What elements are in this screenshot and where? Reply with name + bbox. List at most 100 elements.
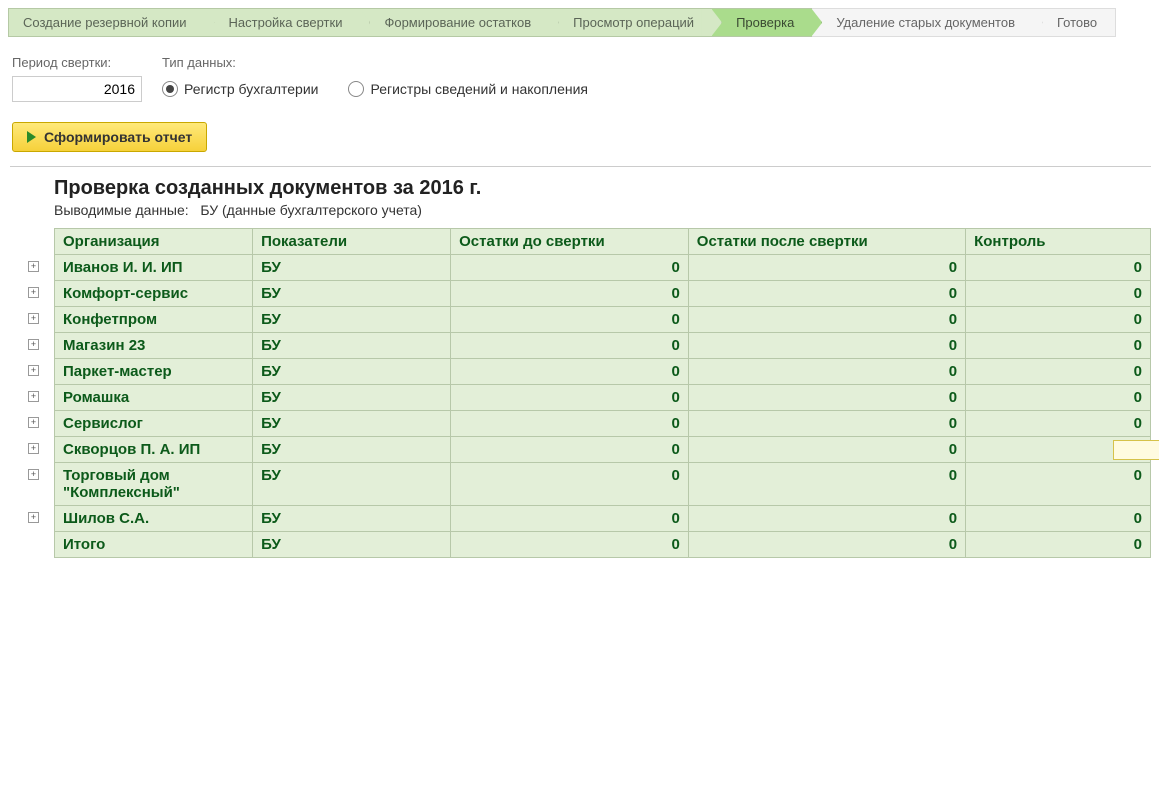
cell-org: Комфорт-сервис <box>55 281 253 307</box>
expand-icon[interactable]: + <box>28 512 39 523</box>
cell-org: Иванов И. И. ИП <box>55 255 253 281</box>
cell-control: 0 <box>966 385 1151 411</box>
table-row: ИтогоБУ000 <box>55 532 1151 558</box>
cell-indicator: БУ <box>253 411 451 437</box>
cell-before: 0 <box>451 307 689 333</box>
cell-control: 0 <box>966 333 1151 359</box>
table-row: Шилов С.А.БУ000 <box>55 506 1151 532</box>
radio-accounting[interactable]: Регистр бухгалтерии <box>162 81 318 97</box>
radio-info-accumulation[interactable]: Регистры сведений и накопления <box>348 81 588 97</box>
cell-before: 0 <box>451 411 689 437</box>
cell-after: 0 <box>688 506 965 532</box>
side-tab[interactable] <box>1113 440 1159 460</box>
cell-indicator: БУ <box>253 255 451 281</box>
cell-indicator: БУ <box>253 333 451 359</box>
cell-org: Конфетпром <box>55 307 253 333</box>
filters-row: Период свертки: Тип данных: Регистр бухг… <box>0 37 1159 110</box>
cell-indicator: БУ <box>253 359 451 385</box>
cell-indicator: БУ <box>253 281 451 307</box>
generate-report-label: Сформировать отчет <box>44 129 192 145</box>
cell-after: 0 <box>688 411 965 437</box>
table-row: СервислогБУ000 <box>55 411 1151 437</box>
play-icon <box>27 131 36 143</box>
wizard-step-3[interactable]: Просмотр операций <box>549 8 712 37</box>
cell-after: 0 <box>688 307 965 333</box>
cell-after: 0 <box>688 463 965 506</box>
cell-org: Шилов С.А. <box>55 506 253 532</box>
radio-icon <box>348 81 364 97</box>
table-row: Паркет-мастерБУ000 <box>55 359 1151 385</box>
cell-org: Паркет-мастер <box>55 359 253 385</box>
expand-icon[interactable]: + <box>28 261 39 272</box>
cell-before: 0 <box>451 532 689 558</box>
cell-org: Торговый дом "Комплексный" <box>55 463 253 506</box>
expand-icon[interactable]: + <box>28 391 39 402</box>
cell-control: 0 <box>966 411 1151 437</box>
cell-before: 0 <box>451 281 689 307</box>
type-label: Тип данных: <box>162 55 588 70</box>
cell-before: 0 <box>451 333 689 359</box>
table-row: Иванов И. И. ИПБУ000 <box>55 255 1151 281</box>
cell-org: Магазин 23 <box>55 333 253 359</box>
cell-indicator: БУ <box>253 437 451 463</box>
wizard-step-2[interactable]: Формирование остатков <box>360 8 549 37</box>
col-org: Организация <box>55 229 253 255</box>
cell-before: 0 <box>451 359 689 385</box>
wizard-step-5[interactable]: Удаление старых документов <box>812 8 1033 37</box>
cell-org: Ромашка <box>55 385 253 411</box>
col-control: Контроль <box>966 229 1151 255</box>
generate-report-button[interactable]: Сформировать отчет <box>12 122 207 152</box>
expand-icon[interactable]: + <box>28 287 39 298</box>
cell-org: Скворцов П. А. ИП <box>55 437 253 463</box>
wizard-step-4[interactable]: Проверка <box>712 8 812 37</box>
cell-after: 0 <box>688 359 965 385</box>
cell-indicator: БУ <box>253 385 451 411</box>
expand-icon[interactable]: + <box>28 313 39 324</box>
wizard-step-0[interactable]: Создание резервной копии <box>8 8 205 37</box>
cell-control: 0 <box>966 506 1151 532</box>
cell-before: 0 <box>451 463 689 506</box>
radio-icon <box>162 81 178 97</box>
cell-after: 0 <box>688 281 965 307</box>
cell-indicator: БУ <box>253 307 451 333</box>
wizard-step-1[interactable]: Настройка свертки <box>205 8 361 37</box>
radio-accounting-label: Регистр бухгалтерии <box>184 81 318 97</box>
table-row: Торговый дом "Комплексный"БУ000 <box>55 463 1151 506</box>
wizard-steps: Создание резервной копииНастройка свертк… <box>0 0 1159 37</box>
table-row: Скворцов П. А. ИПБУ000 <box>55 437 1151 463</box>
expand-icon[interactable]: + <box>28 469 39 480</box>
cell-after: 0 <box>688 333 965 359</box>
table-row: РомашкаБУ000 <box>55 385 1151 411</box>
table-row: Магазин 23БУ000 <box>55 333 1151 359</box>
cell-indicator: БУ <box>253 463 451 506</box>
expand-icon[interactable]: + <box>28 443 39 454</box>
cell-control: 0 <box>966 281 1151 307</box>
period-input[interactable] <box>12 76 142 102</box>
report-container: Проверка созданных документов за 2016 г.… <box>10 166 1151 558</box>
cell-org: Итого <box>55 532 253 558</box>
report-title: Проверка созданных документов за 2016 г. <box>54 177 1107 200</box>
col-before: Остатки до свертки <box>451 229 689 255</box>
radio-info-label: Регистры сведений и накопления <box>370 81 588 97</box>
cell-control: 0 <box>966 359 1151 385</box>
expand-icon[interactable]: + <box>28 417 39 428</box>
cell-control: 0 <box>966 463 1151 506</box>
expand-icon[interactable]: + <box>28 365 39 376</box>
cell-control: 0 <box>966 255 1151 281</box>
wizard-step-6[interactable]: Готово <box>1033 8 1116 37</box>
cell-control: 0 <box>966 532 1151 558</box>
expand-icon[interactable]: + <box>28 339 39 350</box>
table-row: Комфорт-сервисБУ000 <box>55 281 1151 307</box>
report-body: Организация Показатели Остатки до свертк… <box>10 228 1151 558</box>
col-after: Остатки после свертки <box>688 229 965 255</box>
col-indicator: Показатели <box>253 229 451 255</box>
cell-indicator: БУ <box>253 532 451 558</box>
cell-before: 0 <box>451 255 689 281</box>
cell-before: 0 <box>451 385 689 411</box>
cell-after: 0 <box>688 437 965 463</box>
report-subtitle: Выводимые данные: БУ (данные бухгалтерск… <box>54 202 1107 218</box>
table-row: КонфетпромБУ000 <box>55 307 1151 333</box>
period-label: Период свертки: <box>12 55 142 70</box>
cell-before: 0 <box>451 506 689 532</box>
cell-control: 0 <box>966 307 1151 333</box>
